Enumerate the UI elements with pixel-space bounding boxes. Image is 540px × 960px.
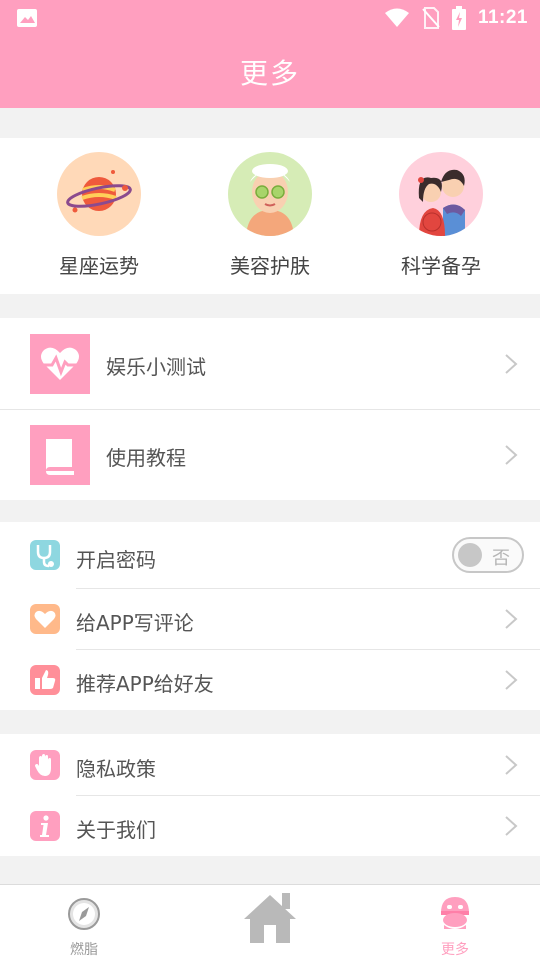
home-icon bbox=[244, 893, 296, 943]
feature-skincare-label: 美容护肤 bbox=[230, 254, 310, 278]
toggle-state-text: 否 bbox=[492, 548, 510, 569]
feature-horoscope[interactable]: 星座运势 bbox=[14, 152, 184, 288]
planet-icon bbox=[57, 152, 141, 236]
menu-item-password: 开启密码 否 bbox=[0, 522, 540, 588]
status-time: 11:21 bbox=[477, 7, 528, 28]
menu-item-privacy[interactable]: 隐私政策 bbox=[0, 734, 540, 795]
tab-more[interactable]: 更多 bbox=[405, 885, 505, 960]
app-bar: 更多 bbox=[0, 36, 540, 108]
tab-home[interactable] bbox=[220, 885, 320, 960]
status-bar: 11:21 bbox=[0, 0, 540, 36]
feature-grid: 星座运势 美容护肤 科学备孕 bbox=[0, 138, 540, 294]
chevron-right-icon bbox=[505, 816, 518, 836]
heart-icon bbox=[30, 604, 60, 634]
heartbeat-icon bbox=[30, 334, 90, 394]
menu-item-about-us-label: 关于我们 bbox=[76, 818, 156, 842]
menu-item-privacy-label: 隐私政策 bbox=[76, 757, 156, 781]
feature-skincare[interactable]: 美容护肤 bbox=[185, 152, 355, 288]
battery-charging-icon bbox=[451, 6, 466, 30]
book-icon bbox=[30, 425, 90, 485]
no-sim-icon bbox=[422, 7, 440, 29]
menu-item-tutorial[interactable]: 使用教程 bbox=[0, 410, 540, 500]
chevron-right-icon bbox=[505, 445, 518, 465]
menu-item-recommend-label: 推荐APP给好友 bbox=[76, 672, 214, 696]
menu-item-password-label: 开启密码 bbox=[76, 548, 156, 572]
hand-icon bbox=[30, 750, 60, 780]
main-menu-card: 娱乐小测试 使用教程 bbox=[0, 318, 540, 500]
feature-pregnancy[interactable]: 科学备孕 bbox=[356, 152, 526, 288]
menu-item-fun-quiz-label: 娱乐小测试 bbox=[106, 355, 206, 379]
chevron-right-icon bbox=[505, 755, 518, 775]
info-icon bbox=[30, 811, 60, 841]
tab-burn-fat-label: 燃脂 bbox=[70, 942, 98, 958]
chevron-right-icon bbox=[505, 670, 518, 690]
image-icon bbox=[17, 9, 37, 27]
wifi-icon bbox=[384, 8, 409, 27]
menu-item-fun-quiz[interactable]: 娱乐小测试 bbox=[0, 318, 540, 409]
menu-item-about-us[interactable]: 关于我们 bbox=[0, 796, 540, 856]
menu-item-review[interactable]: 给APP写评论 bbox=[0, 589, 540, 649]
password-toggle[interactable]: 否 bbox=[452, 537, 524, 573]
feature-horoscope-label: 星座运势 bbox=[59, 254, 139, 278]
tab-burn-fat[interactable]: 燃脂 bbox=[34, 885, 134, 960]
stethoscope-icon bbox=[30, 540, 60, 570]
menu-item-tutorial-label: 使用教程 bbox=[106, 446, 186, 470]
chevron-right-icon bbox=[505, 354, 518, 374]
tab-more-label: 更多 bbox=[441, 942, 469, 958]
thumbs-up-icon bbox=[30, 665, 60, 695]
menu-item-review-label: 给APP写评论 bbox=[76, 611, 194, 635]
compass-icon bbox=[68, 898, 100, 930]
page-title: 更多 bbox=[239, 57, 300, 90]
toggle-knob bbox=[458, 543, 482, 567]
couple-icon bbox=[399, 152, 483, 236]
about-card: 隐私政策 关于我们 bbox=[0, 734, 540, 856]
facial-mask-icon bbox=[228, 152, 312, 236]
settings-card: 开启密码 否 给APP写评论 推荐APP给好友 bbox=[0, 522, 540, 710]
feature-pregnancy-label: 科学备孕 bbox=[401, 254, 481, 278]
bottom-tab-bar: 燃脂 更多 bbox=[0, 884, 540, 960]
chevron-right-icon bbox=[505, 609, 518, 629]
more-character-icon bbox=[441, 897, 469, 929]
menu-item-recommend[interactable]: 推荐APP给好友 bbox=[0, 650, 540, 710]
